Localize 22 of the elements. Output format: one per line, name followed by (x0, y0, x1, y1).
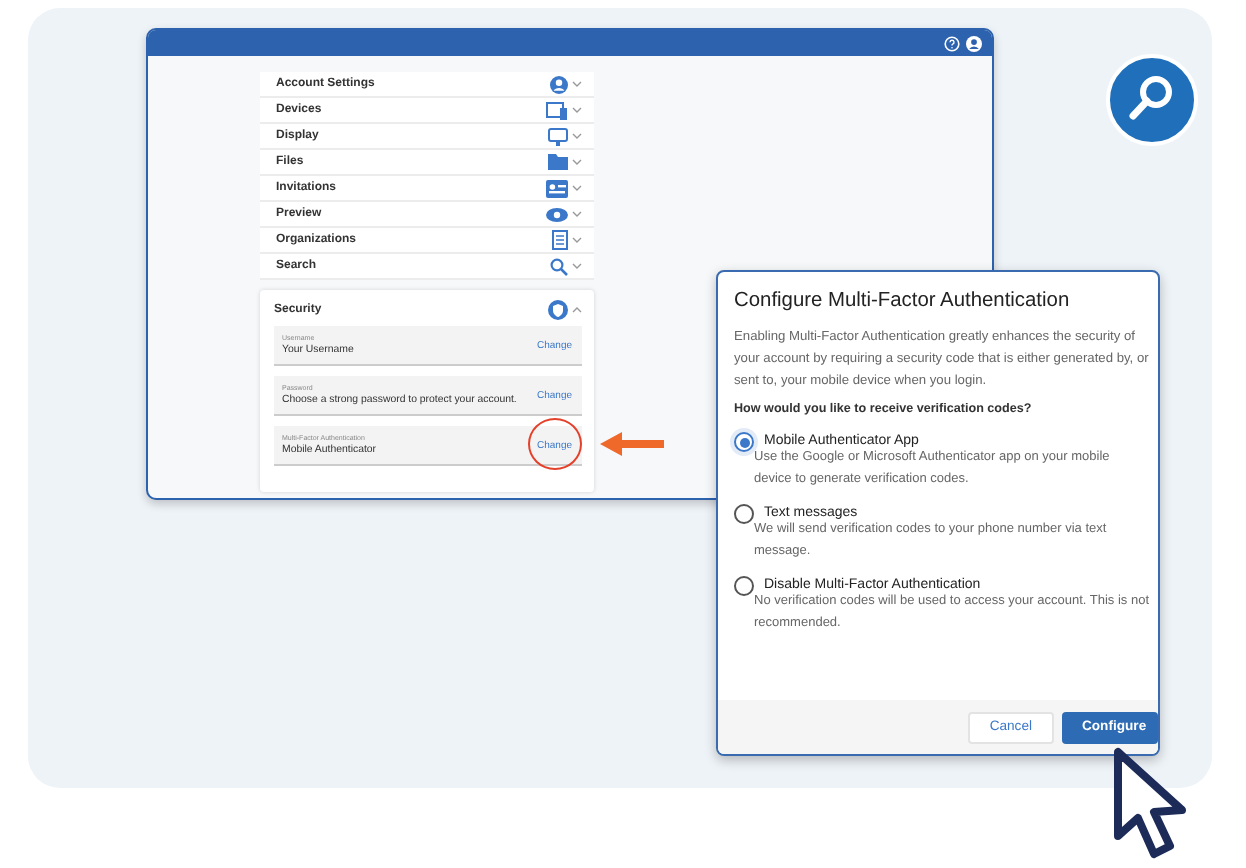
user-icon[interactable] (966, 35, 982, 51)
chevron-icon[interactable] (572, 106, 582, 114)
chevron-icon[interactable] (572, 306, 582, 314)
chevron-icon[interactable] (572, 132, 582, 140)
chevron-icon[interactable] (572, 184, 582, 192)
devices-icon (546, 101, 568, 119)
radio-button[interactable] (734, 432, 754, 452)
dialog-title: Configure Multi-Factor Authentication (734, 290, 1072, 312)
pointer-arrow (600, 432, 664, 456)
eye-icon (546, 207, 568, 221)
search-icon[interactable] (1106, 54, 1198, 146)
chevron-icon[interactable] (572, 210, 582, 218)
search-icon (550, 257, 568, 275)
help-icon[interactable] (944, 35, 960, 51)
chevron-icon[interactable] (572, 158, 582, 166)
radio-button[interactable] (734, 504, 754, 524)
chevron-icon[interactable] (572, 236, 582, 244)
chevron-icon[interactable] (572, 80, 582, 88)
folder-icon (548, 154, 568, 170)
chevron-icon[interactable] (572, 262, 582, 270)
radio-button[interactable] (734, 576, 754, 596)
monitor-icon (548, 127, 568, 145)
